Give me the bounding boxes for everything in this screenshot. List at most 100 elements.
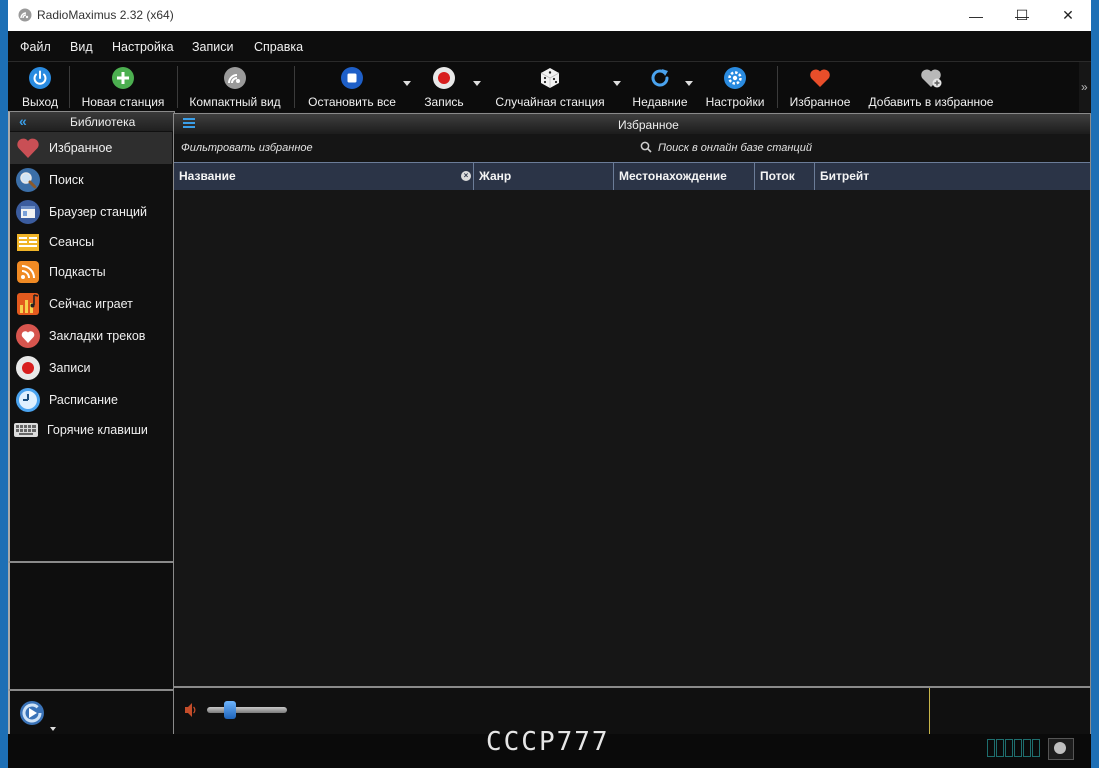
sidebar-item-label: Сеансы <box>49 235 95 249</box>
record-label: Запись <box>424 95 464 109</box>
recent-dropdown-icon[interactable] <box>685 81 693 86</box>
sidebar-item-now-playing[interactable]: Сейчас играет <box>10 288 172 320</box>
column-header-genre[interactable]: Жанр <box>474 163 614 190</box>
settings-label: Настройки <box>705 95 765 109</box>
heart-plus-icon <box>921 69 942 88</box>
volume-slider-handle[interactable] <box>224 701 236 719</box>
heart-icon <box>810 69 830 87</box>
record-button[interactable]: Запись <box>418 64 470 110</box>
browser-icon <box>16 200 40 224</box>
toolbar-separator <box>294 66 295 108</box>
toolbar-overflow-button[interactable]: » <box>1081 80 1088 94</box>
stop-all-button[interactable]: Остановить все <box>302 64 402 110</box>
recent-button[interactable]: Недавние <box>628 64 692 110</box>
close-button[interactable]: ✕ <box>1045 0 1091 31</box>
sidebar-header: « Библиотека <box>10 112 174 131</box>
column-header-location[interactable]: Местонахождение <box>614 163 755 190</box>
exit-label: Выход <box>22 95 58 109</box>
sidebar-item-label: Закладки треков <box>49 329 146 343</box>
watermark-text: CCCP777 <box>486 727 610 757</box>
random-station-button[interactable]: Случайная станция <box>488 64 612 110</box>
menu-recordings[interactable]: Записи <box>192 40 234 54</box>
sidebar-item-label: Избранное <box>49 141 113 155</box>
player-bar <box>173 687 1091 736</box>
sidebar-item-favorites[interactable]: Избранное <box>10 132 172 164</box>
new-station-button[interactable]: Новая станция <box>74 64 172 110</box>
level-meter-cell <box>1023 739 1031 757</box>
column-header-name[interactable]: Название <box>174 163 474 190</box>
keyboard-icon <box>14 423 38 437</box>
app-window: RadioMaximus 2.32 (x64) — ✕ ☐ — Файл Вид… <box>8 0 1091 760</box>
new-station-label: Новая станция <box>81 95 165 109</box>
gear-icon <box>724 67 746 89</box>
clock-icon <box>1054 742 1066 754</box>
level-meter-cell <box>996 739 1004 757</box>
sidebar-info-panel <box>8 562 175 690</box>
search-icon <box>640 141 652 153</box>
level-meter-cell <box>1005 739 1013 757</box>
stop-icon <box>341 67 363 89</box>
now-playing-icon <box>17 293 39 315</box>
sidebar-item-label: Горячие клавиши <box>47 423 148 437</box>
sidebar-item-sessions[interactable]: Сеансы <box>10 226 172 258</box>
timer-button[interactable] <box>1048 738 1074 760</box>
column-header-bitrate[interactable]: Битрейт <box>815 163 1090 190</box>
record-dropdown-icon[interactable] <box>473 81 481 86</box>
maximize-button[interactable]: ☐ <box>999 0 1045 31</box>
collapse-sidebar-button[interactable]: « <box>19 113 27 129</box>
sidebar-item-track-bookmarks[interactable]: Закладки треков <box>10 320 172 352</box>
sidebar-item-podcasts[interactable]: Подкасты <box>10 256 172 288</box>
level-meter-cell <box>1014 739 1022 757</box>
search-online-db-input[interactable]: Поиск в онлайн базе станций <box>658 142 812 154</box>
sidebar-item-schedule[interactable]: Расписание <box>10 384 172 416</box>
sidebar-item-search[interactable]: Поиск <box>10 164 172 196</box>
sidebar-player-panel <box>8 690 175 736</box>
compact-view-button[interactable]: Компактный вид <box>182 64 288 110</box>
plus-icon <box>112 67 134 89</box>
close-icon: ✕ <box>1062 7 1074 23</box>
add-to-favorites-button[interactable]: Добавить в избранное <box>864 64 998 110</box>
favorites-button[interactable]: Избранное <box>784 64 856 110</box>
minimize-icon-visible: — <box>969 7 983 24</box>
settings-button[interactable]: Настройки <box>700 64 770 110</box>
sidebar-item-recordings[interactable]: Записи <box>10 352 172 384</box>
clear-sort-icon[interactable]: × <box>461 171 471 181</box>
menu-view[interactable]: Вид <box>70 40 93 54</box>
column-header-stream[interactable]: Поток <box>755 163 815 190</box>
speaker-icon[interactable] <box>184 702 196 718</box>
add-to-favorites-label: Добавить в избранное <box>868 95 994 109</box>
recent-label: Недавние <box>632 95 688 109</box>
app-logo-icon <box>18 8 32 22</box>
sidebar-item-label: Записи <box>49 361 91 375</box>
column-label: Жанр <box>479 169 512 183</box>
minimize-button-visible[interactable]: — <box>953 0 999 31</box>
rss-icon <box>17 261 39 283</box>
filter-favorites-input[interactable]: Фильтровать избранное <box>181 142 313 154</box>
toolbar: Выход Новая станция Компактный вид Остан… <box>8 61 1091 112</box>
volume-slider[interactable] <box>207 707 287 713</box>
magnifier-icon <box>16 168 40 192</box>
sidebar-item-hotkeys[interactable]: Горячие клавиши <box>10 414 172 446</box>
toolbar-separator <box>69 66 70 108</box>
stop-all-dropdown-icon[interactable] <box>403 81 411 86</box>
favorites-table-body[interactable] <box>174 190 1090 686</box>
table-header: Название × Жанр Местонахождение Поток Би… <box>174 162 1090 191</box>
menu-help[interactable]: Справка <box>254 40 303 54</box>
title-bar: RadioMaximus 2.32 (x64) — ✕ ☐ — <box>8 0 1091 31</box>
hamburger-menu-icon[interactable] <box>183 118 195 130</box>
toolbar-separator <box>177 66 178 108</box>
exit-button[interactable]: Выход <box>16 64 64 110</box>
bookmark-heart-icon <box>16 324 40 348</box>
play-reload-icon[interactable] <box>18 699 48 729</box>
refresh-icon <box>651 69 669 87</box>
radio-waves-icon <box>224 67 246 89</box>
chevron-down-icon[interactable] <box>50 727 56 731</box>
menu-file[interactable]: Файл <box>20 40 51 54</box>
sidebar-item-station-browser[interactable]: Браузер станций <box>10 196 172 228</box>
record-icon <box>433 67 455 89</box>
random-station-dropdown-icon[interactable] <box>613 81 621 86</box>
menu-settings[interactable]: Настройка <box>112 40 174 54</box>
menu-bar: Файл Вид Настройка Записи Справка <box>8 31 1091 61</box>
column-label: Местонахождение <box>619 169 727 183</box>
sidebar-item-label: Расписание <box>49 393 118 407</box>
